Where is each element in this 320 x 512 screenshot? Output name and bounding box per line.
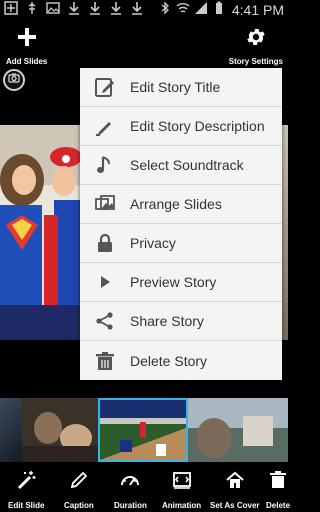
download-icon [130, 1, 144, 20]
camera-button[interactable] [3, 69, 25, 91]
slide-photo[interactable] [0, 125, 80, 340]
plus-icon [16, 26, 38, 53]
story-settings-label: Story Settings [228, 57, 283, 66]
delete-button[interactable]: Delete [266, 470, 290, 510]
bottom-toolbar: Edit Slide Caption Duration Animation Se… [0, 462, 290, 512]
music-note-icon [80, 154, 130, 176]
duration-button[interactable]: Duration [114, 470, 147, 510]
image-icon [46, 1, 60, 20]
slide-thumbnail[interactable] [188, 398, 288, 462]
menu-item-select-soundtrack[interactable]: Select Soundtrack [80, 146, 282, 185]
clock: 4:41 PM [231, 2, 284, 18]
notification-icons [4, 0, 144, 20]
thumbnail-image [22, 398, 98, 462]
camera-icon [8, 71, 20, 89]
lock-icon [80, 232, 130, 254]
download-icon [67, 1, 81, 20]
menu-item-privacy[interactable]: Privacy [80, 224, 282, 263]
slide-thumbnail[interactable] [0, 398, 22, 462]
status-bar: 4:41 PM [0, 0, 288, 20]
signal-icon [194, 1, 208, 20]
menu-item-share-story[interactable]: Share Story [80, 302, 282, 341]
gear-icon [245, 26, 267, 53]
system-icons: 4:41 PM [158, 0, 284, 20]
trash-icon [80, 350, 130, 372]
battery-icon [212, 1, 226, 20]
play-icon [80, 271, 130, 293]
set-as-cover-button[interactable]: Set As Cover [210, 470, 260, 510]
download-icon [88, 1, 102, 20]
thumbnail-image [100, 400, 186, 460]
home-icon [225, 470, 245, 495]
trash-icon [268, 470, 288, 495]
magic-wand-icon [16, 470, 36, 495]
menu-item-edit-story-description[interactable]: Edit Story Description [80, 107, 282, 146]
story-settings-button[interactable]: Story Settings [229, 26, 283, 66]
animation-icon [172, 470, 192, 495]
share-icon [80, 310, 130, 332]
slide-thumbnail-selected[interactable] [98, 398, 188, 462]
add-icon [4, 0, 18, 20]
pencil-icon [80, 115, 130, 137]
download-icon [109, 1, 123, 20]
story-settings-menu: Edit Story Title Edit Story Description … [80, 68, 282, 380]
top-bar: Add Slides Story Settings [0, 20, 288, 66]
add-slides-button[interactable]: Add Slides [6, 26, 47, 66]
slide-photo-image [0, 125, 80, 340]
caption-button[interactable]: Caption [64, 470, 94, 510]
menu-item-arrange-slides[interactable]: Arrange Slides [80, 185, 282, 224]
slide-filmstrip [0, 398, 288, 462]
animation-button[interactable]: Animation [162, 470, 201, 510]
menu-item-delete-story[interactable]: Delete Story [80, 341, 282, 380]
add-slides-label: Add Slides [6, 57, 48, 66]
bluetooth-icon [158, 0, 172, 20]
gauge-icon [120, 470, 140, 495]
thumbnail-image [188, 398, 288, 462]
wifi-icon [176, 1, 190, 20]
usb-icon [25, 1, 39, 20]
pencil-icon [69, 470, 89, 495]
edit-icon [80, 76, 130, 98]
menu-item-preview-story[interactable]: Preview Story [80, 263, 282, 302]
arrange-icon [80, 193, 130, 215]
edit-slide-button[interactable]: Edit Slide [8, 470, 44, 510]
slide-thumbnail[interactable] [22, 398, 98, 462]
menu-item-edit-story-title[interactable]: Edit Story Title [80, 68, 282, 107]
